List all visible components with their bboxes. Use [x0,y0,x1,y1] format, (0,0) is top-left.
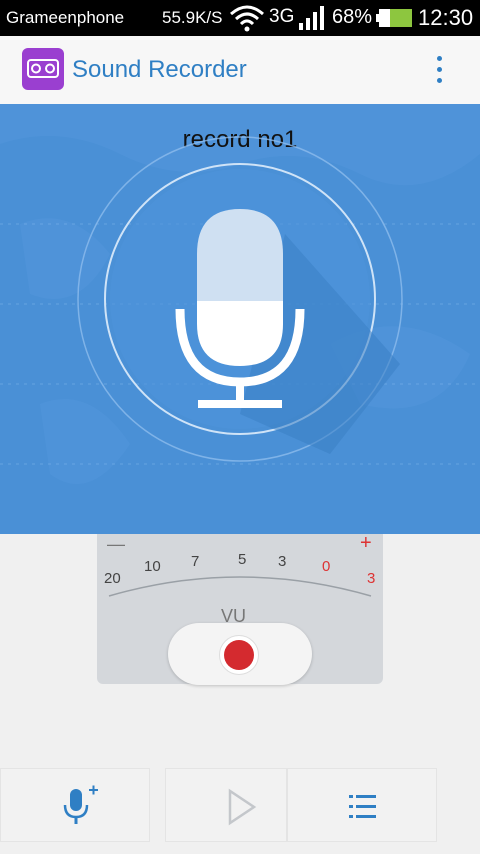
new-recording-button[interactable] [0,768,150,842]
cassette-icon [22,48,64,90]
network-type: 3G [269,6,295,27]
record-button[interactable] [168,623,312,685]
meter-tick: 7 [191,553,200,570]
meter-tick: 0 [322,558,331,575]
network-speed: 55.9K/S [162,8,223,27]
recording-area: record no1 [0,104,480,534]
play-button[interactable] [165,768,287,842]
microphone-icon[interactable] [0,104,480,534]
app-bar: Sound Recorder [0,36,480,105]
recordings-list-button[interactable] [287,768,437,842]
more-vert-icon[interactable] [426,52,454,88]
bottom-toolbar [0,768,480,844]
meter-tick: 3 [278,553,287,570]
meter-tick: 10 [144,558,161,575]
meter-tick: 3 [367,570,376,587]
meter-tick: 20 [104,570,121,587]
meter-tick: 5 [238,551,247,568]
play-icon [228,788,257,826]
signal-icon [299,6,324,30]
battery-icon [376,9,412,27]
list-icon [349,795,376,818]
record-icon [219,635,259,675]
meter-scale-arc [108,576,372,597]
status-bar: Grameenphone 55.9K/S 3G 68% 12:30 [0,0,480,36]
vu-meter: — + 20 10 7 5 3 0 3 VU [97,532,383,685]
wifi-icon [230,5,264,32]
app-title: Sound Recorder [72,56,247,83]
battery-percent: 68% [332,6,373,28]
clock: 12:30 [418,5,474,30]
carrier-name: Grameenphone [6,8,125,27]
add-mic-icon [63,785,98,824]
